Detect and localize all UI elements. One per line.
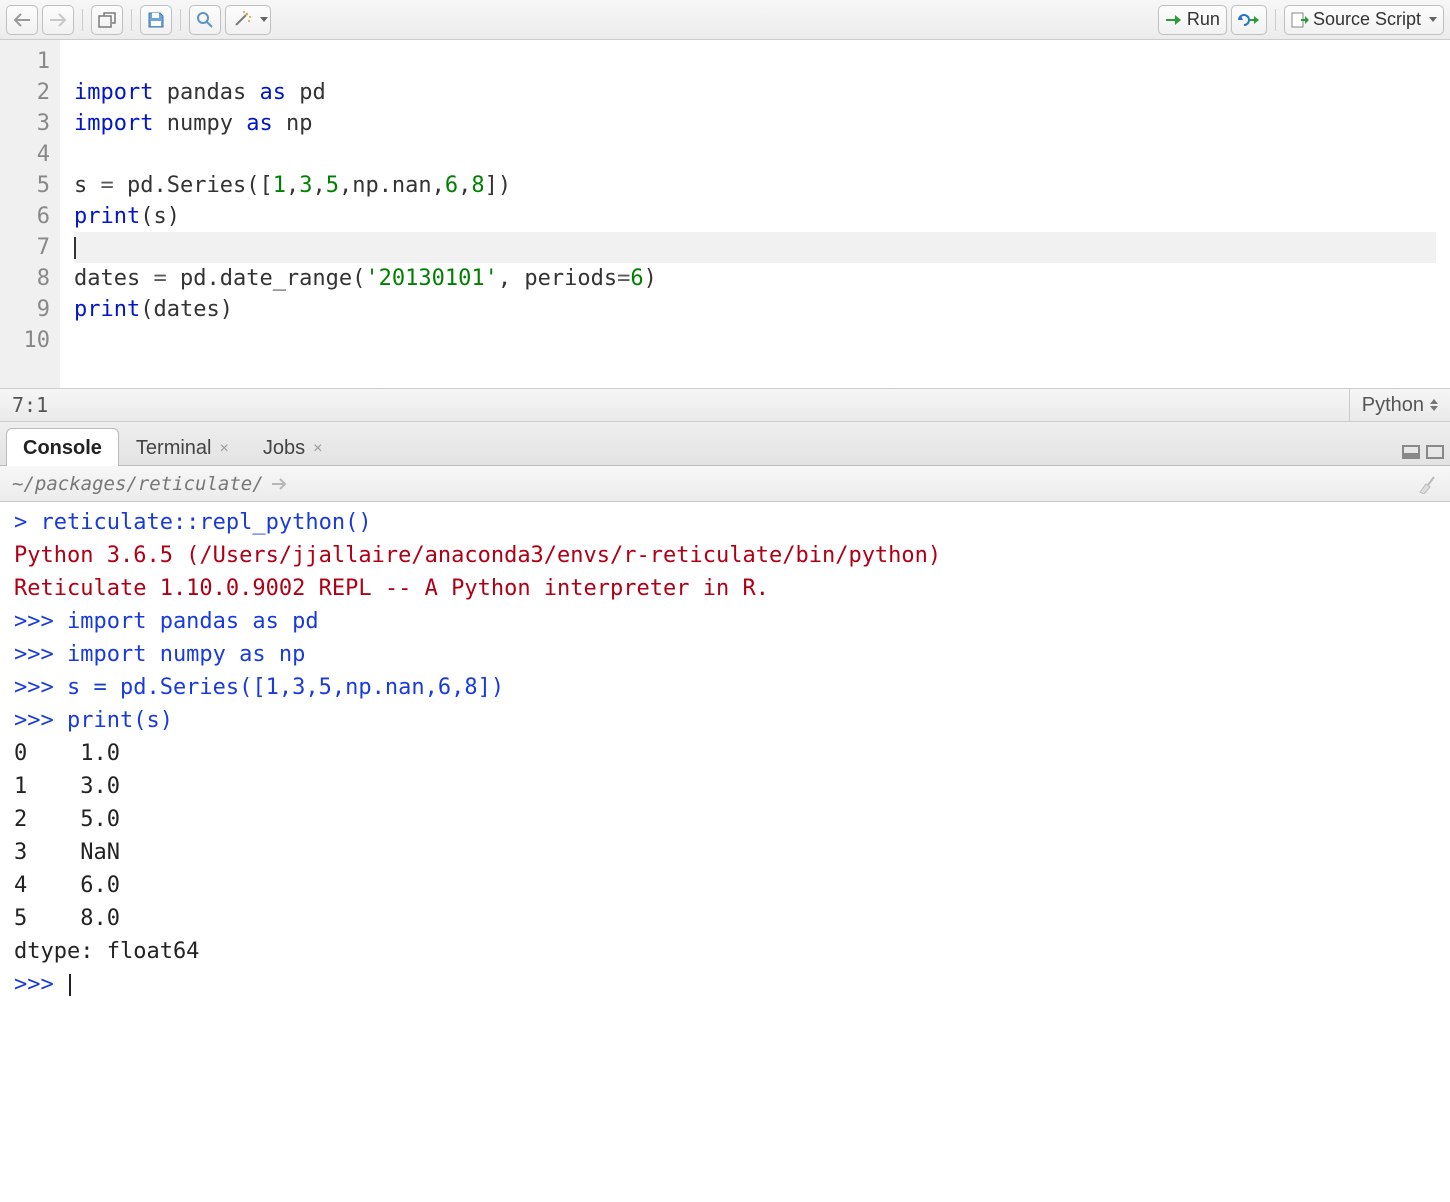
console-line: >>> import pandas as pd	[14, 605, 1436, 638]
text-cursor	[74, 237, 76, 259]
editor-statusbar: 7:1 Python	[0, 388, 1450, 422]
console-line: 3 NaN	[14, 836, 1436, 869]
chevron-down-icon	[1429, 17, 1437, 22]
console-output[interactable]: > reticulate::repl_python()Python 3.6.5 …	[0, 502, 1450, 1005]
language-picker[interactable]: Python	[1349, 389, 1438, 421]
line-number: 8	[14, 263, 50, 294]
source-icon	[1291, 12, 1309, 28]
tab-console[interactable]: Console	[6, 428, 119, 466]
code-line[interactable]	[74, 139, 1436, 170]
close-icon[interactable]: ×	[219, 440, 228, 458]
tab-jobs[interactable]: Jobs ×	[246, 428, 340, 466]
tab-label: Jobs	[263, 437, 305, 460]
code-line[interactable]	[74, 46, 1436, 77]
code-line[interactable]: import pandas as pd	[74, 77, 1436, 108]
line-number: 3	[14, 108, 50, 139]
code-area[interactable]: import pandas as pdimport numpy as np s …	[60, 40, 1450, 388]
arrow-left-icon	[13, 13, 31, 27]
line-number: 2	[14, 77, 50, 108]
editor-toolbar: Run Source Script	[0, 0, 1450, 40]
toolbar-separator	[180, 9, 181, 31]
run-button[interactable]: Run	[1158, 5, 1227, 35]
source-script-button[interactable]: Source Script	[1284, 5, 1444, 35]
nav-back-button[interactable]	[6, 5, 38, 35]
minimize-pane-icon[interactable]	[1402, 445, 1420, 459]
code-line[interactable]: import numpy as np	[74, 108, 1436, 139]
console-line: dtype: float64	[14, 935, 1436, 968]
console-line: Python 3.6.5 (/Users/jjallaire/anaconda3…	[14, 539, 1436, 572]
console-line: 1 3.0	[14, 770, 1436, 803]
arrow-right-icon	[49, 13, 67, 27]
tab-label: Terminal	[136, 437, 212, 460]
console-line: 5 8.0	[14, 902, 1436, 935]
line-number: 5	[14, 170, 50, 201]
text-cursor	[69, 974, 71, 996]
code-line[interactable]: print(dates)	[74, 294, 1436, 325]
console-line: >>> import numpy as np	[14, 638, 1436, 671]
chevron-down-icon	[260, 17, 268, 22]
toolbar-separator	[131, 9, 132, 31]
language-label: Python	[1362, 394, 1424, 417]
close-icon[interactable]: ×	[313, 440, 322, 458]
wand-button[interactable]	[225, 5, 271, 35]
find-button[interactable]	[189, 5, 221, 35]
goto-dir-icon[interactable]	[270, 477, 290, 491]
save-button[interactable]	[140, 5, 172, 35]
toolbar-separator	[1275, 9, 1276, 31]
run-arrow-icon	[1165, 13, 1183, 27]
line-number: 4	[14, 139, 50, 170]
console-line: Reticulate 1.10.0.9002 REPL -- A Python …	[14, 572, 1436, 605]
code-line[interactable]	[74, 232, 1436, 263]
tab-terminal[interactable]: Terminal ×	[119, 428, 246, 466]
cursor-position: 7:1	[12, 393, 48, 417]
code-line[interactable]: dates = pd.date_range('20130101', period…	[74, 263, 1436, 294]
search-icon	[196, 11, 214, 29]
maximize-pane-icon[interactable]	[1426, 445, 1444, 459]
line-number: 6	[14, 201, 50, 232]
line-number: 1	[14, 46, 50, 77]
console-line: 0 1.0	[14, 737, 1436, 770]
code-line[interactable]: s = pd.Series([1,3,5,np.nan,6,8])	[74, 170, 1436, 201]
rerun-button[interactable]	[1231, 5, 1267, 35]
console-line: >>> s = pd.Series([1,3,5,np.nan,6,8])	[14, 671, 1436, 704]
console-line: 2 5.0	[14, 803, 1436, 836]
magic-wand-icon	[232, 11, 252, 29]
save-icon	[147, 11, 165, 29]
tab-label: Console	[23, 437, 102, 460]
line-number: 7	[14, 232, 50, 263]
rerun-icon	[1238, 13, 1260, 27]
updown-icon	[1430, 399, 1438, 411]
working-directory: ~/packages/reticulate/	[12, 473, 264, 495]
line-number-gutter: 12345678910	[0, 40, 60, 388]
console-line: >>>	[14, 968, 1436, 1001]
line-number: 10	[14, 325, 50, 356]
source-label: Source Script	[1313, 9, 1421, 30]
console-line: > reticulate::repl_python()	[14, 506, 1436, 539]
run-label: Run	[1187, 9, 1220, 30]
code-line[interactable]: print(s)	[74, 201, 1436, 232]
panel-tabs: Console Terminal × Jobs ×	[0, 422, 1450, 466]
code-editor[interactable]: 12345678910 import pandas as pdimport nu…	[0, 40, 1450, 388]
console-line: >>> print(s)	[14, 704, 1436, 737]
console-path-bar: ~/packages/reticulate/	[0, 466, 1450, 502]
code-line[interactable]	[74, 325, 1436, 356]
nav-forward-button[interactable]	[42, 5, 74, 35]
popout-button[interactable]	[91, 5, 123, 35]
console-line: 4 6.0	[14, 869, 1436, 902]
line-number: 9	[14, 294, 50, 325]
toolbar-separator	[82, 9, 83, 31]
popout-icon	[98, 12, 116, 28]
clear-console-icon[interactable]	[1416, 474, 1438, 494]
